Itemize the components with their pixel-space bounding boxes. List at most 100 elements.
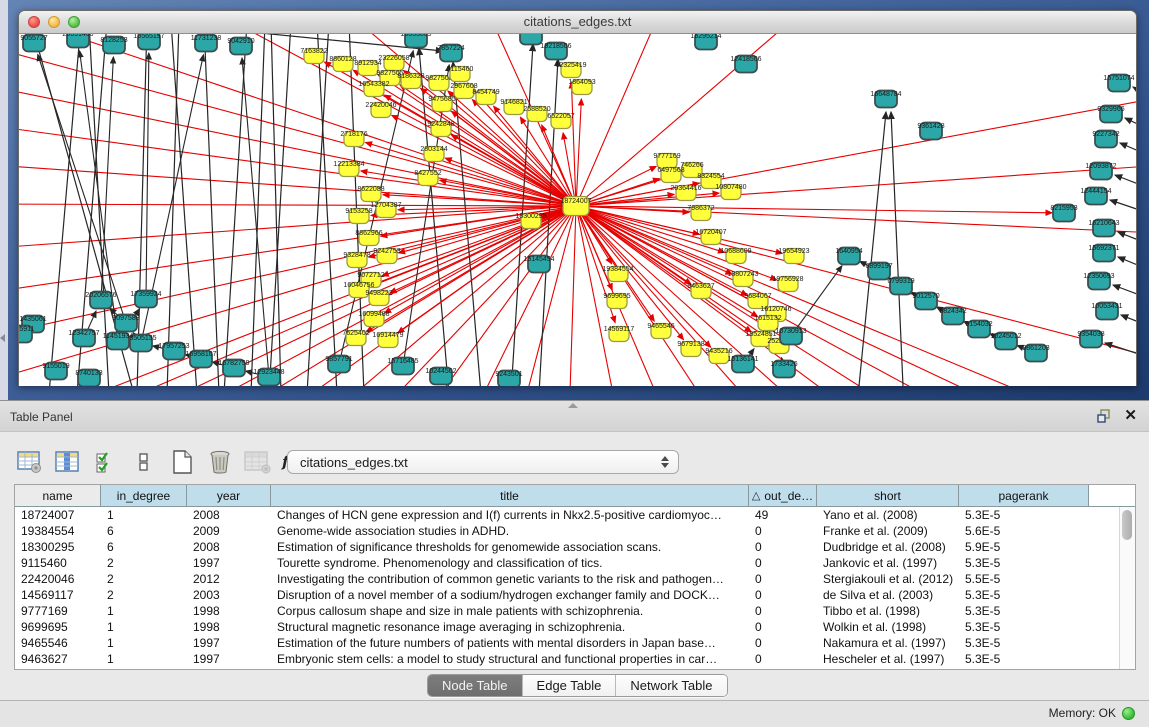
column-header-year[interactable]: year [187, 485, 271, 506]
graph-node[interactable]: 15692371 [1088, 245, 1119, 262]
table-cell[interactable]: Tibbo et al. (1998) [817, 603, 959, 619]
graph-node[interactable]: 19654923 [778, 248, 809, 264]
scrollbar-thumb[interactable] [1122, 510, 1132, 540]
graph-node[interactable]: 15716485 [387, 358, 418, 375]
graph-node[interactable]: 9153258 [345, 208, 372, 224]
graph-node[interactable]: 14569117 [604, 326, 635, 342]
graph-node[interactable]: 11731238 [191, 35, 222, 52]
table-row[interactable]: 1456911722003Disruption of a novel membe… [15, 587, 1135, 603]
graph-node[interactable]: 12350693 [1083, 273, 1114, 290]
table-cell[interactable]: Yano et al. (2008) [817, 507, 959, 523]
column-header-name[interactable]: name [15, 485, 101, 506]
graph-node[interactable]: 9242753 [373, 248, 400, 264]
graph-node[interactable]: 9857791 [325, 356, 352, 373]
table-cell[interactable]: 0 [749, 635, 817, 651]
graph-node[interactable]: 10053431 [1091, 303, 1122, 320]
table-selector-dropdown[interactable]: citations_edges.txt [287, 450, 679, 474]
graph-node[interactable]: 7163822 [300, 48, 327, 64]
table-row[interactable]: 946362711997Embryonic stem cells: a mode… [15, 651, 1135, 667]
table-cell[interactable]: Corpus callosum shape and size in male p… [271, 603, 749, 619]
graph-node[interactable]: 8215953 [1050, 205, 1077, 222]
table-cell[interactable]: 22420046 [15, 571, 101, 587]
table-cell[interactable]: 6 [101, 539, 187, 555]
graph-node[interactable]: 16099488 [358, 311, 389, 327]
graph-node[interactable]: 16210643 [1088, 220, 1119, 237]
citation-network-graph[interactable]: 1872400771638228860128891293423226058982… [19, 34, 1136, 386]
table-cell[interactable]: 9115460 [15, 555, 101, 571]
table-cell[interactable]: 5.3E-5 [959, 635, 1089, 651]
graph-node[interactable]: 12923448 [253, 369, 284, 386]
graph-node[interactable]: 9861203 [1022, 345, 1049, 362]
table-cell[interactable]: 1997 [187, 555, 271, 571]
delete-table-icon[interactable] [244, 448, 272, 476]
table-cell[interactable]: Disruption of a novel member of a sodium… [271, 587, 749, 603]
graph-node[interactable]: 7625402 [342, 330, 369, 346]
graph-node[interactable]: 9055727 [20, 35, 47, 52]
table-row[interactable]: 977716911998Corpus callosum shape and si… [15, 603, 1135, 619]
table-cell[interactable]: 2 [101, 571, 187, 587]
table-cell[interactable]: 18724007 [15, 507, 101, 523]
graph-node[interactable]: 8860128 [329, 56, 356, 72]
table-cell[interactable]: 5.3E-5 [959, 507, 1089, 523]
graph-node[interactable]: 8454749 [472, 89, 499, 105]
table-cell[interactable]: 0 [749, 587, 817, 603]
graph-node[interactable]: 9115460 [447, 66, 474, 82]
graph-node[interactable]: 8427552 [414, 170, 441, 186]
modify-table-icon[interactable] [16, 448, 44, 476]
table-cell[interactable]: Jankovic et al. (1997) [817, 555, 959, 571]
graph-node[interactable]: 3915911 [19, 326, 34, 343]
table-cell[interactable]: 0 [749, 523, 817, 539]
float-panel-icon[interactable] [1097, 409, 1112, 423]
table-cell[interactable]: 5.6E-5 [959, 523, 1089, 539]
table-cell[interactable]: 2 [101, 587, 187, 603]
new-table-icon[interactable] [168, 448, 196, 476]
graph-node[interactable]: 16958107 [185, 351, 216, 368]
table-cell[interactable]: 2 [101, 555, 187, 571]
graph-node[interactable]: 20206576 [85, 292, 116, 309]
table-vertical-scrollbar[interactable] [1119, 507, 1135, 669]
graph-node[interactable]: 9475685 [428, 96, 455, 112]
graph-node[interactable]: 2803144 [420, 146, 447, 162]
delete-column-icon[interactable] [206, 448, 234, 476]
network-canvas[interactable]: 1872400771638228860128891293423226058982… [19, 34, 1136, 386]
graph-node[interactable]: 7986372 [687, 205, 714, 221]
graph-hub-node[interactable]: 18724007 [560, 197, 591, 216]
table-cell[interactable]: 5.3E-5 [959, 651, 1089, 667]
network-window-titlebar[interactable]: citations_edges.txt [19, 11, 1136, 34]
graph-node[interactable]: 16914479 [372, 332, 403, 348]
graph-node[interactable]: 12213384 [333, 161, 364, 177]
unselect-all-icon[interactable] [130, 448, 158, 476]
table-cell[interactable]: 49 [749, 507, 817, 523]
table-cell[interactable]: 1997 [187, 651, 271, 667]
graph-node[interactable]: 9354038 [1077, 331, 1104, 348]
graph-node[interactable]: 9679138 [677, 341, 704, 357]
table-cell[interactable]: 5.3E-5 [959, 619, 1089, 635]
table-cell[interactable]: 2003 [187, 587, 271, 603]
table-cell[interactable]: Tourette syndrome. Phenomenology and cla… [271, 555, 749, 571]
table-cell[interactable]: 0 [749, 603, 817, 619]
graph-node[interactable]: 9699695 [603, 293, 630, 309]
tab-edge-table[interactable]: Edge Table [523, 675, 617, 696]
graph-node[interactable]: 7857224 [437, 45, 464, 62]
table-panel-titlebar[interactable]: Table Panel ✕ [0, 400, 1149, 432]
graph-node[interactable]: 1733426 [770, 361, 797, 378]
graph-node[interactable]: 9465546 [647, 323, 674, 339]
graph-node[interactable]: 12342757 [68, 330, 99, 347]
graph-node[interactable]: 6899197 [865, 263, 892, 280]
table-cell[interactable]: Changes of HCN gene expression and I(f) … [271, 507, 749, 523]
graph-node[interactable]: 10244502 [425, 368, 456, 385]
table-cell[interactable]: Franke et al. (2009) [817, 523, 959, 539]
table-cell[interactable]: 9699695 [15, 619, 101, 635]
table-cell[interactable]: 2009 [187, 523, 271, 539]
table-row[interactable]: 1872400712008Changes of HCN gene express… [15, 507, 1135, 523]
column-header-pagerank[interactable]: pagerank [959, 485, 1089, 506]
graph-node[interactable]: 17359924 [130, 291, 161, 308]
table-row[interactable]: 946554611997Estimation of the future num… [15, 635, 1135, 651]
table-cell[interactable]: Structural magnetic resonance image aver… [271, 619, 749, 635]
node-table[interactable]: namein_degreeyeartitle△out_de…shortpager… [14, 484, 1136, 670]
graph-node[interactable]: 16295214 [690, 34, 721, 50]
graph-node[interactable]: 9154032 [965, 321, 992, 338]
graph-node[interactable]: 8128253 [100, 37, 127, 54]
graph-node[interactable]: 12325419 [555, 62, 586, 78]
graph-node[interactable]: 19218506 [540, 43, 571, 60]
